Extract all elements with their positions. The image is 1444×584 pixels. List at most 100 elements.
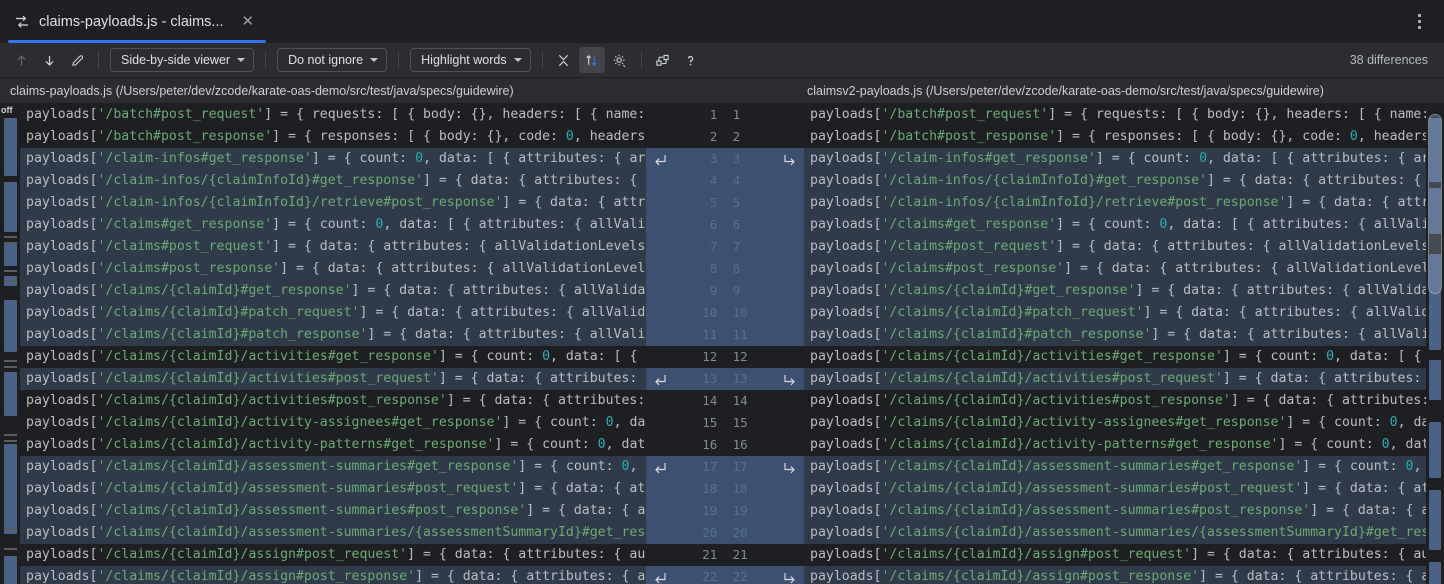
apply-to-right-icon[interactable] (782, 570, 796, 584)
apply-to-left-icon[interactable] (654, 570, 668, 584)
code-line[interactable]: payloads['/batch#post_response'] = { res… (20, 126, 646, 148)
code-line[interactable]: payloads['/batch#post_request'] = { requ… (20, 104, 646, 126)
code-line[interactable]: payloads['/claims/{claimId}/activities#g… (20, 346, 646, 368)
code-line[interactable]: payloads['/claims/{claimId}/activities#p… (20, 368, 646, 390)
collapse-unchanged-icon[interactable] (551, 47, 577, 73)
left-code-pane[interactable]: payloads['/batch#post_request'] = { requ… (20, 104, 646, 584)
code-line[interactable]: payloads['/claim-infos#get_response'] = … (20, 148, 646, 170)
gutter-row[interactable]: 11 11 (646, 324, 804, 346)
scrollbar-thumb[interactable] (1428, 114, 1442, 294)
close-icon[interactable]: ✕ (242, 14, 255, 29)
code-line[interactable]: payloads['/claims/{claimId}#get_response… (804, 280, 1426, 302)
code-line[interactable]: payloads['/claims/{claimId}/assign#post_… (804, 566, 1426, 584)
stripe-change-block[interactable] (4, 300, 17, 352)
code-line[interactable]: payloads['/claims#get_response'] = { cou… (804, 214, 1426, 236)
apply-to-left-icon[interactable] (654, 372, 668, 386)
apply-to-right-icon[interactable] (782, 460, 796, 474)
apply-to-right-icon[interactable] (782, 372, 796, 386)
highlight-mode-dropdown[interactable]: Highlight words (410, 48, 531, 72)
gutter-row[interactable]: 21 21 (646, 544, 804, 566)
help-icon[interactable] (678, 47, 704, 73)
gutter-row[interactable]: 15 15 (646, 412, 804, 434)
code-line[interactable]: payloads['/claims/{claimId}/assign#post_… (804, 544, 1426, 566)
gutter-row[interactable]: 17 17 (646, 456, 804, 478)
code-line[interactable]: payloads['/claims/{claimId}/activity-pat… (804, 434, 1426, 456)
gutter-row[interactable]: 44 (646, 170, 804, 192)
code-line[interactable]: payloads['/claim-infos/{claimInfoId}#get… (804, 170, 1426, 192)
arrow-down-icon[interactable] (36, 47, 62, 73)
code-line[interactable]: payloads['/claim-infos/{claimInfoId}#get… (20, 170, 646, 192)
code-line[interactable]: payloads['/claims/{claimId}/assessment-s… (20, 456, 646, 478)
code-line[interactable]: payloads['/claims#post_response'] = { da… (20, 258, 646, 280)
code-line[interactable]: payloads['/claims/{claimId}/assessment-s… (804, 478, 1426, 500)
code-line[interactable]: payloads['/claims/{claimId}#patch_reques… (20, 302, 646, 324)
gutter-row[interactable]: 66 (646, 214, 804, 236)
right-code-pane[interactable]: payloads['/batch#post_request'] = { requ… (804, 104, 1426, 584)
apply-to-right-icon[interactable] (782, 152, 796, 166)
gutter-row[interactable]: 20 20 (646, 522, 804, 544)
stripe-change-block[interactable] (4, 182, 17, 232)
gutter-row[interactable]: 55 (646, 192, 804, 214)
gutter-row[interactable]: 10 10 (646, 302, 804, 324)
code-line[interactable]: payloads['/claims/{claimId}#patch_respon… (804, 324, 1426, 346)
gutter-row[interactable]: 22 (646, 126, 804, 148)
gutter-row[interactable]: 18 18 (646, 478, 804, 500)
code-line[interactable]: payloads['/claims/{claimId}/activity-pat… (20, 434, 646, 456)
apply-to-left-icon[interactable] (654, 152, 668, 166)
stripe-change-block[interactable] (4, 372, 17, 416)
scrollbar-change-block[interactable] (1429, 360, 1441, 400)
code-line[interactable]: payloads['/claims/{claimId}/assessment-s… (804, 456, 1426, 478)
code-line[interactable]: payloads['/claims#post_request'] = { dat… (804, 236, 1426, 258)
more-options-icon[interactable] (1402, 0, 1436, 43)
code-line[interactable]: payloads['/claims/{claimId}/activities#p… (20, 390, 646, 412)
gutter-row[interactable]: 88 (646, 258, 804, 280)
gutter-row[interactable]: 22 22 (646, 566, 804, 584)
stripe-change-block[interactable] (4, 444, 17, 534)
code-line[interactable]: payloads['/claims/{claimId}/assign#post_… (20, 566, 646, 584)
vertical-scrollbar[interactable] (1426, 104, 1444, 584)
apply-to-left-icon[interactable] (654, 460, 668, 474)
code-line[interactable]: payloads['/claims/{claimId}/assign#post_… (20, 544, 646, 566)
code-line[interactable]: payloads['/claims/{claimId}/activities#p… (804, 390, 1426, 412)
code-line[interactable]: payloads['/claims/{claimId}/assessment-s… (804, 522, 1426, 544)
code-line[interactable]: payloads['/claims#post_response'] = { da… (804, 258, 1426, 280)
code-line[interactable]: payloads['/claims/{claimId}#patch_respon… (20, 324, 646, 346)
editor-tab-claims-payloads[interactable]: claims-payloads.js - claims... ✕ (0, 0, 267, 43)
code-line[interactable]: payloads['/claim-infos/{claimInfoId}/ret… (804, 192, 1426, 214)
code-line[interactable]: payloads['/claim-infos/{claimInfoId}/ret… (20, 192, 646, 214)
code-line[interactable]: payloads['/batch#post_request'] = { requ… (804, 104, 1426, 126)
pencil-icon[interactable] (64, 47, 90, 73)
code-line[interactable]: payloads['/claims/{claimId}/activities#g… (804, 346, 1426, 368)
gutter-row[interactable]: 13 13 (646, 368, 804, 390)
arrow-up-icon[interactable] (8, 47, 34, 73)
code-line[interactable]: payloads['/batch#post_response'] = { res… (804, 126, 1426, 148)
left-changes-stripe[interactable]: off (0, 104, 20, 584)
diff-gutter[interactable]: 1 1 2 2 3 3 4 4 5 5 6 6 7 7 8 8 9 9 10 10 11 11 12 12 13 13 14 14 15… (646, 104, 804, 584)
synchronize-scrolling-icon[interactable] (578, 47, 605, 73)
stripe-change-block[interactable] (4, 556, 17, 584)
code-line[interactable]: payloads['/claims/{claimId}#get_response… (20, 280, 646, 302)
gutter-row[interactable]: 12 12 (646, 346, 804, 368)
code-line[interactable]: payloads['/claims/{claimId}/activities#p… (804, 368, 1426, 390)
viewer-mode-dropdown[interactable]: Side-by-side viewer (110, 48, 255, 72)
code-line[interactable]: payloads['/claim-infos#get_response'] = … (804, 148, 1426, 170)
code-line[interactable]: payloads['/claims#post_request'] = { dat… (20, 236, 646, 258)
stripe-change-block[interactable] (4, 118, 17, 176)
scrollbar-change-block[interactable] (1429, 422, 1441, 478)
scrollbar-change-block[interactable] (1429, 562, 1441, 584)
gear-icon[interactable] (607, 47, 633, 73)
gutter-row[interactable]: 19 19 (646, 500, 804, 522)
gutter-row[interactable]: 33 (646, 148, 804, 170)
scrollbar-change-block[interactable] (1429, 490, 1441, 550)
gutter-row[interactable]: 11 (646, 104, 804, 126)
code-line[interactable]: payloads['/claims/{claimId}/activity-ass… (20, 412, 646, 434)
code-line[interactable]: payloads['/claims/{claimId}/assessment-s… (804, 500, 1426, 522)
stripe-change-block[interactable] (4, 244, 17, 266)
code-line[interactable]: payloads['/claims/{claimId}#patch_reques… (804, 302, 1426, 324)
gutter-row[interactable]: 16 16 (646, 434, 804, 456)
gutter-row[interactable]: 77 (646, 236, 804, 258)
code-line[interactable]: payloads['/claims/{claimId}/activity-ass… (804, 412, 1426, 434)
gutter-row[interactable]: 14 14 (646, 390, 804, 412)
code-line[interactable]: payloads['/claims/{claimId}/assessment-s… (20, 478, 646, 500)
code-line[interactable]: payloads['/claims/{claimId}/assessment-s… (20, 500, 646, 522)
